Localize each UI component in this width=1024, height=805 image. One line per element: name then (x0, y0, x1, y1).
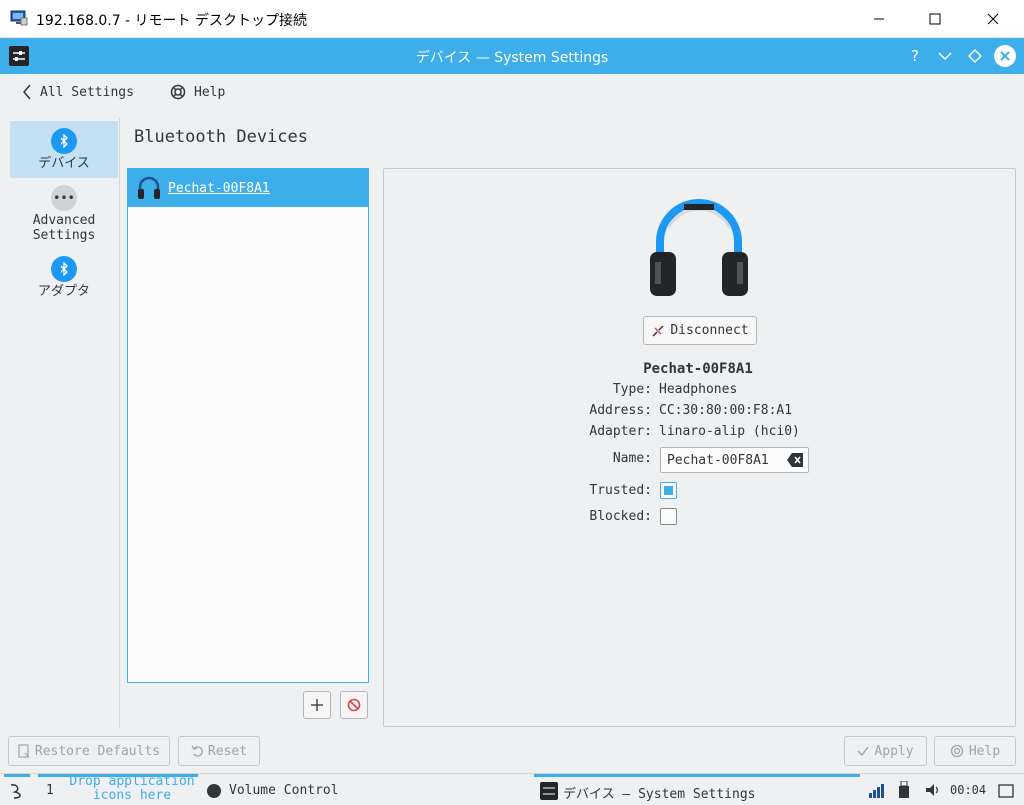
sidebar-item-adapter[interactable]: アダプタ (10, 256, 118, 306)
clear-text-icon[interactable] (787, 453, 803, 467)
active-indicator (4, 774, 30, 777)
help-toolbar-button[interactable]: Help (170, 84, 225, 100)
maximize-icon (929, 13, 941, 25)
type-label: Type: (612, 382, 652, 397)
minimize-window-button[interactable] (935, 46, 955, 66)
system-settings-app-icon (540, 782, 558, 800)
all-settings-button[interactable]: All Settings (22, 84, 134, 100)
sidebar-item-advanced-settings[interactable]: ••• Advanced Settings (10, 185, 118, 247)
usb-device-icon[interactable] (898, 781, 910, 799)
close-icon (1000, 51, 1010, 61)
close-button[interactable] (964, 0, 1022, 38)
show-desktop-icon[interactable] (998, 784, 1014, 798)
reset-button[interactable]: Reset (178, 736, 260, 766)
active-indicator (534, 774, 860, 777)
toolbar: All Settings Help (0, 74, 1024, 114)
maximize-window-button[interactable] (965, 46, 985, 66)
kde-titlebar: デバイス — System Settings ? (0, 38, 1024, 74)
clock[interactable]: 00:04 (950, 783, 986, 797)
help-lifebuoy-icon (950, 744, 963, 758)
bluetooth-icon (51, 256, 77, 282)
speaker-icon[interactable] (925, 783, 941, 797)
chevron-left-icon (23, 84, 31, 100)
adapter-value: linaro-alip (hci0) (659, 424, 800, 439)
disconnect-label: Disconnect (670, 323, 749, 338)
page-title: Bluetooth Devices (134, 127, 308, 147)
volume-control-app-icon (207, 784, 221, 798)
remove-device-button[interactable] (340, 691, 368, 719)
headphones-icon (650, 199, 748, 296)
close-icon (987, 13, 999, 25)
name-label: Name: (612, 451, 652, 466)
network-signal-icon[interactable] (868, 782, 886, 798)
sidebar-item-label: Advanced (32, 213, 96, 228)
bluetooth-icon (51, 128, 77, 154)
all-settings-label: All Settings (40, 84, 134, 100)
apply-label: Apply (874, 743, 914, 759)
blocked-label: Blocked: (589, 509, 652, 524)
list-item[interactable]: Pechat-00F8A1 (128, 169, 368, 207)
address-label: Address: (589, 403, 652, 418)
sidebar-item-label: Settings (32, 228, 96, 243)
taskbar: 1 Drop application icons here Volume Con… (0, 773, 1024, 805)
adapter-label: Adapter: (589, 424, 652, 439)
question-icon: ? (911, 47, 919, 65)
device-name-link: Pechat-00F8A1 (168, 180, 270, 196)
help-button[interactable]: Help (934, 736, 1016, 766)
close-window-button[interactable] (994, 45, 1016, 67)
trusted-label: Trusted: (589, 483, 652, 498)
help-label: Help (968, 743, 1001, 759)
device-list: Pechat-00F8A1 (127, 168, 369, 683)
restore-defaults-label: Restore Defaults (34, 743, 161, 759)
drop-area-text: Drop application (69, 774, 195, 789)
disconnect-icon (652, 324, 664, 337)
help-question-button[interactable]: ? (905, 46, 925, 66)
type-value: Headphones (659, 382, 738, 397)
trusted-checkbox[interactable] (660, 482, 677, 499)
device-title: Pechat-00F8A1 (643, 361, 753, 377)
sidebar-item-devices[interactable]: デバイス (10, 121, 118, 178)
rdp-titlebar: 192.168.0.7 - リモート デスクトップ接続 (0, 0, 1024, 38)
rdp-window-title: 192.168.0.7 - リモート デスクトップ接続 (36, 13, 308, 29)
disconnect-button[interactable]: Disconnect (643, 316, 757, 345)
diamond-icon (968, 49, 982, 63)
application-launcher-icon[interactable] (8, 782, 26, 800)
more-icon: ••• (51, 185, 77, 211)
address-value: CC:30:80:00:F8:A1 (659, 403, 793, 418)
forbidden-icon (347, 698, 361, 712)
launcher-drop-area: Drop application icons here (62, 775, 202, 803)
plus-icon (311, 699, 323, 711)
chevron-down-icon (938, 52, 952, 61)
maximize-button[interactable] (906, 0, 964, 38)
headphones-icon (138, 176, 160, 199)
restore-defaults-button[interactable]: Restore Defaults (8, 736, 170, 766)
add-device-button[interactable] (303, 691, 331, 719)
reset-label: Reset (207, 743, 248, 759)
blocked-checkbox[interactable] (660, 508, 677, 525)
taskbar-task-system-settings[interactable]: デバイス — System Settings (563, 783, 756, 802)
virtual-desktop-number[interactable]: 1 (46, 783, 54, 798)
sidebar-item-label: デバイス (38, 156, 90, 171)
help-label: Help (194, 84, 226, 100)
window-title: デバイス — System Settings (415, 50, 609, 66)
drop-area-text: icons here (92, 788, 172, 803)
sidebar-item-label: アダプタ (37, 284, 90, 299)
remote-desktop-icon (10, 10, 28, 26)
help-lifebuoy-icon (170, 84, 186, 100)
minimize-button[interactable] (850, 0, 908, 38)
undo-icon (191, 745, 203, 757)
minimize-icon (874, 18, 884, 20)
document-restore-icon (18, 744, 30, 758)
sidebar: デバイス ••• Advanced Settings アダプタ (8, 118, 120, 728)
checkmark-icon (857, 746, 869, 757)
apply-button[interactable]: Apply (844, 736, 927, 766)
taskbar-task-volume-control[interactable]: Volume Control (229, 783, 339, 798)
